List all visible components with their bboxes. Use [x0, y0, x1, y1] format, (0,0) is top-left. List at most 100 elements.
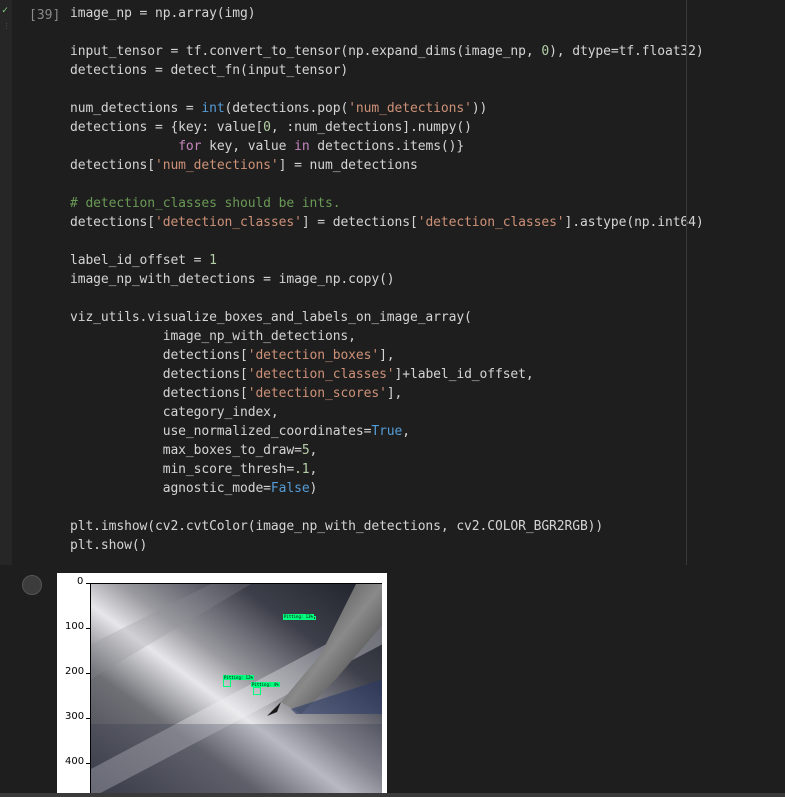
cell-collapse-icon[interactable]: ⋮	[3, 22, 10, 30]
code-line[interactable]: detections['detection_boxes'],	[70, 346, 704, 365]
code-token: plt.show()	[70, 538, 148, 553]
code-token: False	[270, 481, 310, 496]
code-token: , :num_detections].numpy()	[270, 120, 472, 135]
cell-gutter: ✓ ⋮	[0, 0, 12, 565]
code-line[interactable]: use_normalized_coordinates=True,	[70, 422, 704, 441]
detection-label: Pitting: 13%	[283, 614, 314, 619]
code-token: detections.items()}	[309, 139, 465, 154]
ytick-label: 300	[65, 711, 85, 722]
code-token: # detection_classes should be ints.	[70, 196, 341, 211]
code-token: in	[294, 139, 310, 154]
code-line[interactable]: detections['detection_scores'],	[70, 384, 704, 403]
code-token: 'num_detections'	[155, 158, 279, 173]
code-token: image_np_with_detections,	[70, 329, 356, 344]
code-line[interactable]: detections = detect_fn(input_tensor)	[70, 61, 704, 80]
code-line[interactable]: detections['num_detections'] = num_detec…	[70, 156, 704, 175]
code-line[interactable]: plt.imshow(cv2.cvtColor(image_np_with_de…	[70, 517, 704, 536]
code-token: max_boxes_to_draw=	[70, 443, 302, 458]
code-token: 0	[263, 120, 271, 135]
code-token: 1	[209, 253, 217, 268]
code-token: agnostic_mode=	[70, 481, 271, 496]
code-line[interactable]	[70, 498, 704, 517]
code-cell[interactable]: [39] image_np = np.array(img) input_tenso…	[12, 0, 785, 565]
code-token: detections[	[70, 386, 248, 401]
code-token: category_index,	[70, 405, 279, 420]
ytick-label: 200	[65, 666, 85, 677]
code-token: min_score_thresh=	[70, 462, 295, 477]
code-line[interactable]	[70, 175, 704, 194]
execution-count: [39]	[29, 8, 61, 23]
code-token: )	[309, 481, 318, 496]
code-token: 'detection_classes'	[417, 215, 565, 230]
plot-figure: 0 100 200 300 400 Pitting: 12% Pitting: …	[57, 573, 387, 797]
code-token: 5	[301, 443, 310, 458]
code-line[interactable]: image_np_with_detections,	[70, 327, 704, 346]
code-line[interactable]: num_detections = int(detections.pop('num…	[70, 99, 704, 118]
ytick-label: 400	[65, 756, 85, 767]
code-line[interactable]: max_boxes_to_draw=5,	[70, 441, 704, 460]
code-line[interactable]: viz_utils.visualize_boxes_and_labels_on_…	[70, 308, 704, 327]
code-line[interactable]	[70, 80, 704, 99]
check-icon: ✓	[2, 5, 9, 16]
code-token: int	[201, 101, 225, 116]
output-toggle-icon[interactable]	[22, 575, 42, 595]
code-token: ))	[471, 101, 488, 116]
code-token: for	[178, 139, 202, 154]
metal-surface-photo	[91, 584, 382, 797]
code-token: 'num_detections'	[348, 101, 472, 116]
code-token: ]+label_id_offset,	[394, 367, 534, 382]
code-token: image_np_with_detections = image_np.copy…	[70, 272, 395, 287]
code-token: num_detections =	[70, 101, 202, 116]
code-line[interactable]: plt.show()	[70, 536, 704, 555]
code-line[interactable]: detections = {key: value[0, :num_detecti…	[70, 118, 704, 137]
code-line[interactable]: input_tensor = tf.convert_to_tensor(np.e…	[70, 42, 704, 61]
code-line[interactable]: for key, value in detections.items()}	[70, 137, 704, 156]
ytick-label: 100	[65, 621, 85, 632]
code-token: 'detection_scores'	[247, 386, 387, 401]
code-token: viz_utils.visualize_boxes_and_labels_on_…	[70, 310, 472, 325]
code-editor[interactable]: image_np = np.array(img) input_tensor = t…	[70, 4, 704, 555]
code-line[interactable]: detections['detection_classes']+label_id…	[70, 365, 704, 384]
code-token: ), dtype=tf.float32)	[549, 44, 704, 59]
code-token: ].astype(np.int64)	[564, 215, 704, 230]
code-line[interactable]: agnostic_mode=False)	[70, 479, 704, 498]
code-line[interactable]	[70, 289, 704, 308]
code-token: key, value	[201, 139, 295, 154]
code-token: detections[	[70, 348, 248, 363]
code-token: detections[	[70, 215, 155, 230]
code-token: detections = {key: value[	[70, 120, 264, 135]
horizontal-scrollbar[interactable]	[0, 793, 785, 797]
code-token: image_np = np.array(img)	[70, 6, 256, 21]
code-token: detections[	[70, 158, 155, 173]
code-token: plt.imshow(cv2.cvtColor(image_np_with_de…	[70, 519, 604, 534]
code-token: detections[	[70, 367, 248, 382]
detection-image: Pitting: 12% Pitting: 4% Pitting: 13%	[90, 583, 382, 797]
cell-output: 0 100 200 300 400 Pitting: 12% Pitting: …	[0, 565, 785, 797]
code-line[interactable]: image_np = np.array(img)	[70, 4, 704, 23]
code-token: 0	[541, 44, 550, 59]
code-line[interactable]	[70, 23, 704, 42]
code-token: True	[371, 424, 403, 439]
code-token: .1	[294, 462, 310, 477]
code-token: 'detection_boxes'	[247, 348, 380, 363]
detection-label: Pitting: 12%	[223, 675, 254, 680]
code-token: (detections.pop(	[224, 101, 349, 116]
code-token: ] = num_detections	[278, 158, 418, 173]
code-line[interactable]: # detection_classes should be ints.	[70, 194, 704, 213]
code-token: ] = detections[	[301, 215, 418, 230]
code-token: 'detection_classes'	[247, 367, 395, 382]
code-token: 'detection_classes'	[155, 215, 302, 230]
code-line[interactable]	[70, 232, 704, 251]
code-token: ,	[309, 443, 318, 458]
code-line[interactable]: image_np_with_detections = image_np.copy…	[70, 270, 704, 289]
code-token: ],	[379, 348, 395, 363]
code-token: input_tensor = tf.convert_to_tensor(np.e…	[70, 44, 542, 59]
code-line[interactable]: category_index,	[70, 403, 704, 422]
detection-box	[253, 687, 261, 695]
code-line[interactable]: label_id_offset = 1	[70, 251, 704, 270]
code-line[interactable]: detections['detection_classes'] = detect…	[70, 213, 704, 232]
code-token: ],	[386, 386, 403, 401]
detection-label: Pitting: 4%	[251, 682, 280, 687]
code-line[interactable]: min_score_thresh=.1,	[70, 460, 704, 479]
